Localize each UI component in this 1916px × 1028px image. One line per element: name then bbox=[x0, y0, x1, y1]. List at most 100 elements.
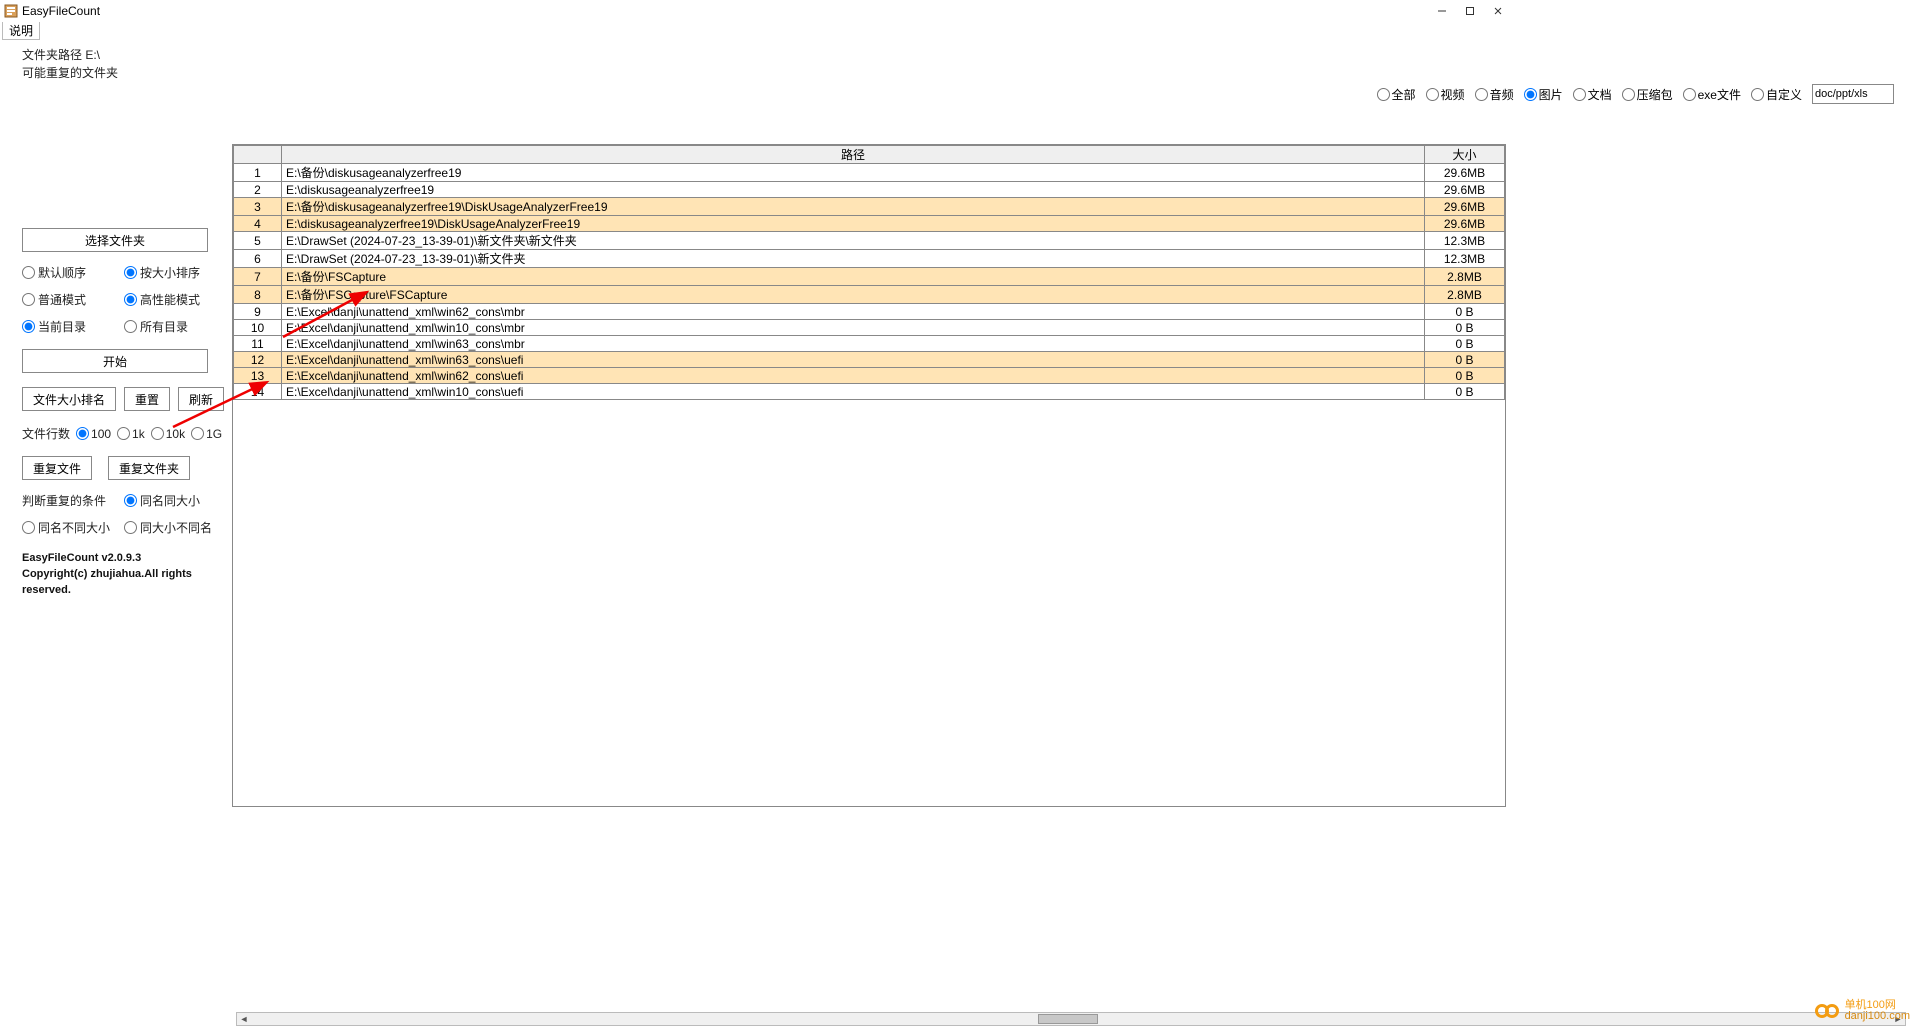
cell-path: E:\diskusageanalyzerfree19\DiskUsageAnal… bbox=[282, 216, 1425, 232]
cell-path: E:\备份\FSCapture\FSCapture bbox=[282, 286, 1425, 304]
filter-custom[interactable]: 自定义 bbox=[1751, 86, 1802, 103]
table-row[interactable]: 12E:\Excel\danji\unattend_xml\win63_cons… bbox=[234, 352, 1505, 368]
radio-sort-size[interactable]: 按大小排序 bbox=[124, 264, 226, 281]
cell-index: 13 bbox=[234, 368, 282, 384]
cell-index: 9 bbox=[234, 304, 282, 320]
reset-button[interactable]: 重置 bbox=[124, 387, 170, 411]
table-row[interactable]: 5E:\DrawSet (2024-07-23_13-39-01)\新文件夹\新… bbox=[234, 232, 1505, 250]
scroll-thumb[interactable] bbox=[1038, 1014, 1098, 1024]
radio-mode-normal[interactable]: 普通模式 bbox=[22, 291, 124, 308]
filter-custom-input[interactable] bbox=[1812, 84, 1894, 104]
cell-size: 12.3MB bbox=[1425, 250, 1505, 268]
cell-index: 8 bbox=[234, 286, 282, 304]
table-row[interactable]: 3E:\备份\diskusageanalyzerfree19\DiskUsage… bbox=[234, 198, 1505, 216]
cond-label: 判断重复的条件 bbox=[22, 492, 124, 509]
table-h-scrollbar[interactable]: ◄ ► bbox=[236, 1012, 1906, 1026]
cell-size: 0 B bbox=[1425, 320, 1505, 336]
cell-index: 6 bbox=[234, 250, 282, 268]
cell-index: 12 bbox=[234, 352, 282, 368]
cell-index: 7 bbox=[234, 268, 282, 286]
filter-exe[interactable]: exe文件 bbox=[1683, 86, 1741, 103]
titlebar: EasyFileCount bbox=[0, 0, 1516, 22]
cell-size: 0 B bbox=[1425, 304, 1505, 320]
menu-help[interactable]: 说明 bbox=[2, 22, 40, 40]
filter-bar: 全部 视频 音频 图片 文档 压缩包 exe文件 自定义 bbox=[1377, 84, 1894, 104]
app-title: EasyFileCount bbox=[22, 4, 100, 18]
table-row[interactable]: 6E:\DrawSet (2024-07-23_13-39-01)\新文件夹12… bbox=[234, 250, 1505, 268]
cell-size: 29.6MB bbox=[1425, 182, 1505, 198]
cell-size: 29.6MB bbox=[1425, 164, 1505, 182]
cell-path: E:\备份\diskusageanalyzerfree19\DiskUsageA… bbox=[282, 198, 1425, 216]
select-folder-button[interactable]: 选择文件夹 bbox=[22, 228, 208, 252]
cell-index: 2 bbox=[234, 182, 282, 198]
cell-size: 12.3MB bbox=[1425, 232, 1505, 250]
filter-audio[interactable]: 音频 bbox=[1475, 86, 1514, 103]
minimize-button[interactable] bbox=[1428, 2, 1456, 20]
table-row[interactable]: 4E:\diskusageanalyzerfree19\DiskUsageAna… bbox=[234, 216, 1505, 232]
scroll-track[interactable] bbox=[251, 1013, 1891, 1025]
cell-index: 14 bbox=[234, 384, 282, 400]
table-row[interactable]: 9E:\Excel\danji\unattend_xml\win62_cons\… bbox=[234, 304, 1505, 320]
table-row[interactable]: 8E:\备份\FSCapture\FSCapture2.8MB bbox=[234, 286, 1505, 304]
menubar: 说明 bbox=[0, 22, 1516, 40]
sidebar: 文件夹路径 E:\ 可能重复的文件夹 选择文件夹 默认顺序 按大小排序 普通模式… bbox=[0, 40, 232, 813]
cell-size: 2.8MB bbox=[1425, 286, 1505, 304]
info-dup: 可能重复的文件夹 bbox=[22, 64, 226, 82]
table-row[interactable]: 7E:\备份\FSCapture2.8MB bbox=[234, 268, 1505, 286]
cell-size: 29.6MB bbox=[1425, 198, 1505, 216]
col-size[interactable]: 大小 bbox=[1425, 146, 1505, 164]
cell-size: 0 B bbox=[1425, 352, 1505, 368]
cell-path: E:\Excel\danji\unattend_xml\win62_cons\u… bbox=[282, 368, 1425, 384]
cell-size: 0 B bbox=[1425, 368, 1505, 384]
filter-doc[interactable]: 文档 bbox=[1573, 86, 1612, 103]
start-button[interactable]: 开始 bbox=[22, 349, 208, 373]
refresh-button[interactable]: 刷新 bbox=[178, 387, 224, 411]
radio-scope-current[interactable]: 当前目录 bbox=[22, 318, 124, 335]
table-row[interactable]: 1E:\备份\diskusageanalyzerfree1929.6MB bbox=[234, 164, 1505, 182]
rank-button[interactable]: 文件大小排名 bbox=[22, 387, 116, 411]
radio-rc-10k[interactable]: 10k bbox=[151, 427, 185, 441]
col-index[interactable] bbox=[234, 146, 282, 164]
watermark-line1: 单机100网 bbox=[1845, 1000, 1910, 1011]
radio-sort-default[interactable]: 默认顺序 bbox=[22, 264, 124, 281]
table-row[interactable]: 2E:\diskusageanalyzerfree1929.6MB bbox=[234, 182, 1505, 198]
table-row[interactable]: 11E:\Excel\danji\unattend_xml\win63_cons… bbox=[234, 336, 1505, 352]
cell-path: E:\备份\FSCapture bbox=[282, 268, 1425, 286]
cell-size: 2.8MB bbox=[1425, 268, 1505, 286]
scroll-left-icon[interactable]: ◄ bbox=[237, 1013, 251, 1025]
table-row[interactable]: 13E:\Excel\danji\unattend_xml\win62_cons… bbox=[234, 368, 1505, 384]
cell-size: 0 B bbox=[1425, 336, 1505, 352]
radio-rc-1k[interactable]: 1k bbox=[117, 427, 145, 441]
cell-path: E:\Excel\danji\unattend_xml\win62_cons\m… bbox=[282, 304, 1425, 320]
scroll-right-icon[interactable]: ► bbox=[1891, 1013, 1905, 1025]
cell-path: E:\备份\diskusageanalyzerfree19 bbox=[282, 164, 1425, 182]
filter-image[interactable]: 图片 bbox=[1524, 86, 1563, 103]
info-path: 文件夹路径 E:\ bbox=[22, 46, 226, 64]
radio-mode-hiperf[interactable]: 高性能模式 bbox=[124, 291, 226, 308]
cell-path: E:\Excel\danji\unattend_xml\win63_cons\u… bbox=[282, 352, 1425, 368]
table-row[interactable]: 10E:\Excel\danji\unattend_xml\win10_cons… bbox=[234, 320, 1505, 336]
radio-scope-all[interactable]: 所有目录 bbox=[124, 318, 226, 335]
cell-index: 10 bbox=[234, 320, 282, 336]
filter-video[interactable]: 视频 bbox=[1426, 86, 1465, 103]
cell-size: 29.6MB bbox=[1425, 216, 1505, 232]
filter-all[interactable]: 全部 bbox=[1377, 86, 1416, 103]
cell-path: E:\Excel\danji\unattend_xml\win10_cons\u… bbox=[282, 384, 1425, 400]
radio-rc-1g[interactable]: 1G bbox=[191, 427, 222, 441]
radio-cond-name-diff-size[interactable]: 同名不同大小 bbox=[22, 519, 124, 536]
rowcount-label: 文件行数 bbox=[22, 425, 70, 442]
radio-rc-100[interactable]: 100 bbox=[76, 427, 111, 441]
cell-index: 5 bbox=[234, 232, 282, 250]
table-row[interactable]: 14E:\Excel\danji\unattend_xml\win10_cons… bbox=[234, 384, 1505, 400]
radio-cond-same[interactable]: 同名同大小 bbox=[124, 492, 226, 509]
filter-archive[interactable]: 压缩包 bbox=[1622, 86, 1673, 103]
radio-cond-size-diff-name[interactable]: 同大小不同名 bbox=[124, 519, 226, 536]
cell-index: 3 bbox=[234, 198, 282, 216]
cell-index: 4 bbox=[234, 216, 282, 232]
dup-folders-button[interactable]: 重复文件夹 bbox=[108, 456, 190, 480]
col-path[interactable]: 路径 bbox=[282, 146, 1425, 164]
dup-files-button[interactable]: 重复文件 bbox=[22, 456, 92, 480]
app-icon bbox=[4, 4, 18, 18]
maximize-button[interactable] bbox=[1456, 2, 1484, 20]
close-button[interactable] bbox=[1484, 2, 1512, 20]
